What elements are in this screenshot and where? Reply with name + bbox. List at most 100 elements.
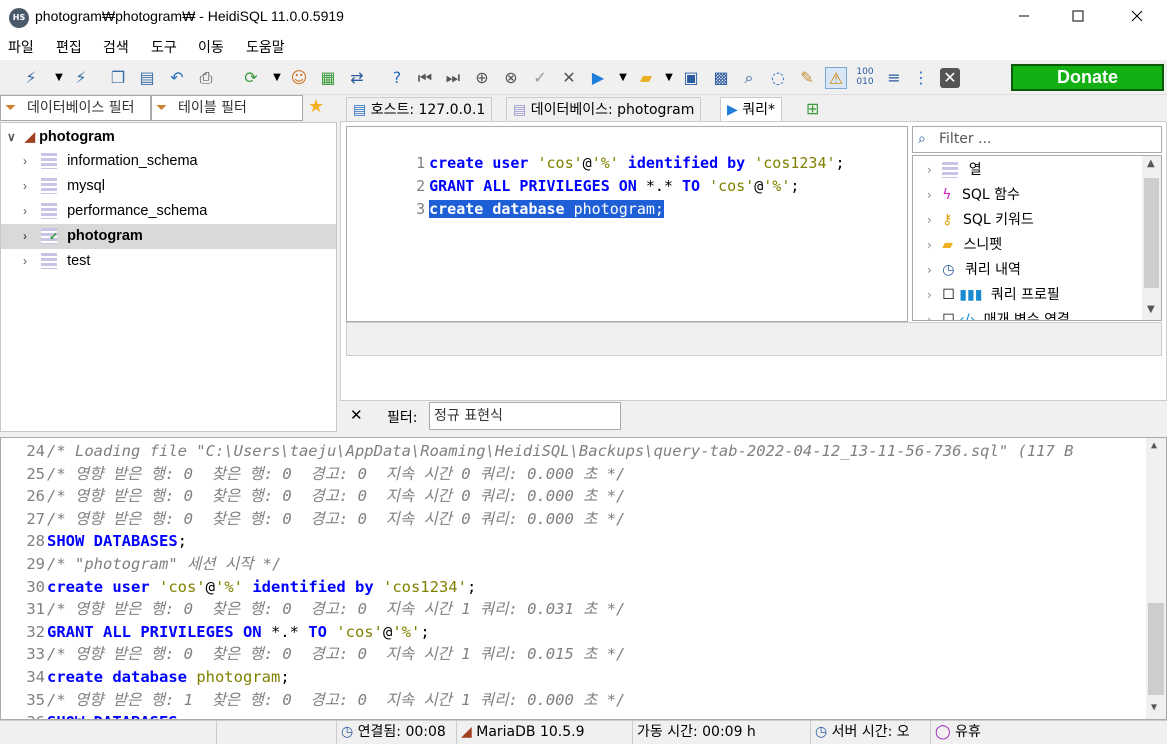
warning-icon[interactable]: ⚠	[825, 67, 847, 89]
chevron-right-icon[interactable]: ›	[927, 238, 932, 252]
log-token: '%'	[215, 577, 243, 596]
binary-icon[interactable]: 100 010	[854, 67, 876, 89]
log-line: 26/* 영향 받은 행: 0 찾은 행: 0 경고: 0 지속 시간 0 쿼리…	[1, 485, 625, 508]
table-filter-input[interactable]: ⏷ 테이블 필터	[151, 95, 303, 121]
tree-item[interactable]: › mysql	[1, 174, 336, 199]
chevron-right-icon[interactable]: ›	[927, 288, 932, 302]
sql-editor[interactable]: 1 create user 'cos'@'%' identified by 'co…	[346, 126, 908, 322]
tab-query[interactable]: ▶ 쿼리*	[720, 97, 782, 121]
refresh-dropdown-icon[interactable]: ▼	[266, 67, 288, 89]
scroll-up-icon[interactable]: ▲	[1147, 158, 1155, 169]
tree-root[interactable]: ∨ ◢ photogram	[1, 124, 336, 149]
chevron-right-icon[interactable]: ›	[23, 149, 37, 174]
tree-item[interactable]: › test	[1, 249, 336, 274]
favorite-star-icon[interactable]: ★	[308, 96, 324, 117]
menu-edit[interactable]: 편집	[56, 37, 82, 57]
dropdown-arrow-icon[interactable]: ▼	[48, 67, 70, 89]
run-query-icon[interactable]: ▶	[587, 67, 609, 89]
tree-item[interactable]: › performance_schema	[1, 199, 336, 224]
paste-icon[interactable]: ▤	[136, 67, 158, 89]
scroll-up-icon[interactable]: ▲	[1151, 440, 1157, 451]
export-csv-icon[interactable]: ▦	[317, 67, 339, 89]
scroll-thumb[interactable]	[1148, 603, 1164, 695]
chevron-right-icon[interactable]: ›	[23, 224, 37, 249]
post-record-icon[interactable]: ✓	[529, 67, 551, 89]
chevron-right-icon[interactable]: ›	[927, 213, 932, 227]
refresh-icon[interactable]: ⟳	[240, 67, 262, 89]
scroll-thumb[interactable]	[1144, 178, 1159, 288]
minimize-control[interactable]	[1001, 0, 1047, 34]
close-button[interactable]	[1114, 0, 1160, 34]
replace-icon[interactable]: ◌	[767, 67, 789, 89]
close-tab-icon[interactable]: ✕	[940, 68, 960, 88]
log-token: ;	[177, 532, 187, 551]
chevron-down-icon[interactable]: ∨	[7, 125, 21, 150]
helper-item[interactable]: › 열	[913, 158, 982, 183]
chevron-right-icon[interactable]: ›	[23, 174, 37, 199]
first-record-icon[interactable]: ⏮	[414, 67, 436, 89]
log-scrollbar[interactable]: ▲ ▼	[1146, 438, 1166, 719]
helper-item[interactable]: › ☐ ▮▮▮ 쿼리 프로필	[913, 283, 1060, 308]
helper-item[interactable]: › ⚷ SQL 키워드	[913, 208, 1034, 233]
donate-button[interactable]: Donate	[1011, 64, 1164, 91]
database-filter-input[interactable]: ⏷ 데이터베이스 필터	[0, 95, 151, 121]
run-dropdown-icon[interactable]: ▼	[612, 67, 634, 89]
menu-file[interactable]: 파일	[8, 37, 34, 57]
tree-item-label: test	[67, 253, 91, 269]
filter-label: 필터:	[387, 410, 418, 426]
helper-item[interactable]: › ▰ 스니펫	[913, 233, 1002, 258]
maximize-button[interactable]	[1055, 0, 1101, 34]
tab-host[interactable]: ▤ 호스트: 127.0.0.1	[346, 97, 493, 121]
find-icon[interactable]: ⌕	[738, 67, 760, 89]
wrap-icon[interactable]: ≡	[883, 67, 905, 89]
help-icon[interactable]: ?	[386, 67, 408, 89]
chevron-right-icon[interactable]: ›	[23, 199, 37, 224]
copy-icon[interactable]: ❐	[107, 67, 129, 89]
tree-item[interactable]: › information_schema	[1, 149, 336, 174]
close-filter-icon[interactable]: ✕	[350, 406, 363, 424]
chevron-right-icon[interactable]: ›	[927, 163, 932, 177]
tree-item-label: photogram	[67, 228, 143, 244]
add-record-icon[interactable]: ⊕	[471, 67, 493, 89]
regex-filter-input[interactable]: 정규 표현식	[429, 402, 621, 430]
last-record-icon[interactable]: ⏭	[442, 67, 464, 89]
save-snippet-icon[interactable]: ▩	[710, 67, 732, 89]
helper-filter-input[interactable]: ⌕ Filter ...	[912, 126, 1162, 153]
menu-tools[interactable]: 도구	[151, 37, 177, 57]
tab-database[interactable]: ▤ 데이터베이스: photogram	[506, 97, 702, 121]
delete-record-icon[interactable]: ⊗	[500, 67, 522, 89]
sql-log[interactable]: 24/* Loading file "C:\Users\taeju\AppDat…	[0, 437, 1167, 720]
chevron-right-icon[interactable]: ›	[927, 188, 932, 202]
scroll-down-icon[interactable]: ▼	[1147, 304, 1155, 315]
log-token: @	[382, 622, 393, 641]
chevron-right-icon[interactable]: ›	[23, 249, 37, 274]
scroll-down-icon[interactable]: ▼	[1151, 702, 1157, 713]
checkbox[interactable]: ☐	[942, 312, 955, 320]
separator-icon[interactable]: ⋮	[910, 67, 932, 89]
connect-icon[interactable]: ⚡	[20, 67, 42, 89]
user-manager-icon[interactable]: ☺	[288, 67, 310, 89]
transfer-icon[interactable]: ⇄	[346, 67, 368, 89]
helper-scrollbar[interactable]: ▲ ▼	[1142, 156, 1161, 320]
format-sql-icon[interactable]: ✎	[796, 67, 818, 89]
print-icon[interactable]: ⎙	[195, 67, 217, 89]
undo-icon[interactable]: ↶	[166, 67, 188, 89]
disconnect-icon[interactable]: ⚡	[70, 67, 92, 89]
helper-item[interactable]: › ◷ 쿼리 내역	[913, 258, 1021, 283]
status-server-text: MariaDB 10.5.9	[476, 724, 585, 740]
helper-item[interactable]: › ☐ ‹/› 매개 변수 연결	[913, 308, 1070, 320]
tree-item-selected[interactable]: › ✓ photogram	[1, 224, 336, 249]
open-dropdown-icon[interactable]: ▼	[658, 67, 680, 89]
new-query-tab-icon[interactable]: ⊞	[806, 99, 819, 118]
chevron-right-icon[interactable]: ›	[927, 263, 932, 277]
chevron-right-icon[interactable]: ›	[927, 313, 932, 320]
cancel-edit-icon[interactable]: ✕	[558, 67, 580, 89]
status-server: ◢ MariaDB 10.5.9	[456, 721, 632, 744]
menu-go[interactable]: 이동	[198, 37, 224, 57]
helper-item[interactable]: › ϟ SQL 함수	[913, 183, 1020, 208]
menu-help[interactable]: 도움말	[246, 37, 285, 57]
save-icon[interactable]: ▣	[680, 67, 702, 89]
open-file-icon[interactable]: ▰	[635, 67, 657, 89]
checkbox[interactable]: ☐	[942, 287, 955, 303]
menu-search[interactable]: 검색	[103, 37, 129, 57]
